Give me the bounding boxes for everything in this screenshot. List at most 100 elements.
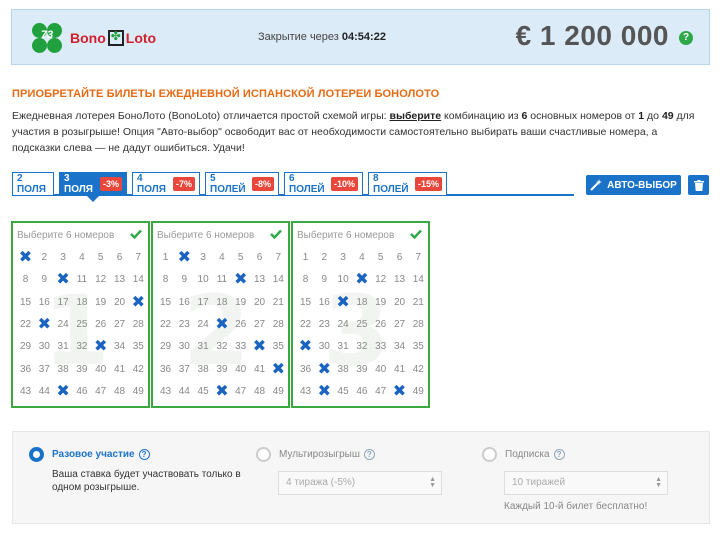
number-cell[interactable]: 12 — [91, 269, 110, 291]
number-cell-selected[interactable]: ✖ — [269, 359, 288, 381]
tab-3-fields[interactable]: 3 ПОЛЯ -3% — [59, 172, 127, 195]
number-cell[interactable]: 35 — [409, 336, 428, 358]
number-cell[interactable]: 8 — [156, 269, 175, 291]
subscription-draws-select[interactable]: 10 тиражей ▲ ▼ — [504, 471, 668, 495]
number-cell[interactable]: 14 — [269, 269, 288, 291]
number-cell[interactable]: 35 — [129, 336, 148, 358]
number-cell[interactable]: 26 — [231, 314, 250, 336]
number-cell-selected[interactable]: ✖ — [91, 336, 110, 358]
number-cell[interactable]: 46 — [72, 381, 91, 403]
choose-link[interactable]: выберите — [390, 110, 442, 122]
number-cell[interactable]: 28 — [269, 314, 288, 336]
number-cell[interactable]: 11 — [72, 269, 91, 291]
number-cell[interactable]: 5 — [371, 247, 390, 269]
tab-2-fields[interactable]: 2 ПОЛЯ — [12, 172, 54, 195]
tab-6-fields[interactable]: 6 ПОЛЕЙ -10% — [284, 172, 363, 195]
number-cell[interactable]: 9 — [175, 269, 194, 291]
number-cell[interactable]: 9 — [35, 269, 54, 291]
number-cell[interactable]: 14 — [129, 269, 148, 291]
number-cell[interactable]: 23 — [315, 314, 334, 336]
number-cell[interactable]: 35 — [269, 336, 288, 358]
number-cell[interactable]: 31 — [194, 336, 213, 358]
number-cell[interactable]: 15 — [296, 292, 315, 314]
number-cell[interactable]: 25 — [352, 314, 371, 336]
number-cell-selected[interactable]: ✖ — [334, 292, 353, 314]
help-icon[interactable]: ? — [138, 449, 150, 460]
number-cell[interactable]: 43 — [296, 381, 315, 403]
number-cell[interactable]: 19 — [231, 292, 250, 314]
number-cell[interactable]: 40 — [231, 359, 250, 381]
number-cell[interactable]: 48 — [250, 381, 269, 403]
number-cell[interactable]: 38 — [194, 359, 213, 381]
number-cell[interactable]: 42 — [409, 359, 428, 381]
number-cell[interactable]: 39 — [72, 359, 91, 381]
number-cell[interactable]: 27 — [390, 314, 409, 336]
number-cell[interactable]: 44 — [175, 381, 194, 403]
number-cell[interactable]: 43 — [156, 381, 175, 403]
number-cell[interactable]: 5 — [91, 247, 110, 269]
number-cell[interactable]: 40 — [371, 359, 390, 381]
number-cell[interactable]: 46 — [352, 381, 371, 403]
number-cell[interactable]: 48 — [110, 381, 129, 403]
number-cell[interactable]: 4 — [212, 247, 231, 269]
auto-pick-button[interactable]: АВТО-ВЫБОР — [586, 175, 681, 195]
number-cell[interactable]: 13 — [250, 269, 269, 291]
number-cell-selected[interactable]: ✖ — [212, 381, 231, 403]
number-cell[interactable]: 10 — [194, 269, 213, 291]
number-cell[interactable]: 29 — [16, 336, 35, 358]
number-cell[interactable]: 25 — [72, 314, 91, 336]
number-cell[interactable]: 18 — [72, 292, 91, 314]
number-cell[interactable]: 4 — [352, 247, 371, 269]
number-cell[interactable]: 29 — [156, 336, 175, 358]
number-cell[interactable]: 2 — [315, 247, 334, 269]
number-cell[interactable]: 49 — [269, 381, 288, 403]
number-cell[interactable]: 34 — [390, 336, 409, 358]
number-cell[interactable]: 45 — [194, 381, 213, 403]
number-cell[interactable]: 28 — [129, 314, 148, 336]
number-cell-selected[interactable]: ✖ — [35, 314, 54, 336]
number-cell[interactable]: 33 — [371, 336, 390, 358]
number-cell[interactable]: 17 — [194, 292, 213, 314]
tab-4-fields[interactable]: 4 ПОЛЯ -7% — [132, 172, 200, 195]
number-cell[interactable]: 3 — [334, 247, 353, 269]
number-cell[interactable]: 3 — [194, 247, 213, 269]
number-cell[interactable]: 39 — [212, 359, 231, 381]
number-cell-selected[interactable]: ✖ — [175, 247, 194, 269]
number-cell-selected[interactable]: ✖ — [296, 336, 315, 358]
number-cell[interactable]: 28 — [409, 314, 428, 336]
number-cell[interactable]: 8 — [16, 269, 35, 291]
single-label[interactable]: Разовое участие? — [52, 449, 150, 460]
number-cell-selected[interactable]: ✖ — [315, 359, 334, 381]
number-cell[interactable]: 41 — [250, 359, 269, 381]
number-cell[interactable]: 12 — [371, 269, 390, 291]
number-cell[interactable]: 37 — [35, 359, 54, 381]
number-cell[interactable]: 21 — [269, 292, 288, 314]
number-cell[interactable]: 38 — [54, 359, 73, 381]
number-cell[interactable]: 1 — [156, 247, 175, 269]
number-cell[interactable]: 14 — [409, 269, 428, 291]
number-cell[interactable]: 45 — [334, 381, 353, 403]
number-cell[interactable]: 20 — [250, 292, 269, 314]
number-cell-selected[interactable]: ✖ — [250, 336, 269, 358]
number-cell[interactable]: 42 — [129, 359, 148, 381]
multi-radio[interactable] — [256, 447, 271, 462]
number-cell-selected[interactable]: ✖ — [212, 314, 231, 336]
number-cell[interactable]: 33 — [231, 336, 250, 358]
number-cell[interactable]: 26 — [91, 314, 110, 336]
number-cell[interactable]: 31 — [334, 336, 353, 358]
number-cell[interactable]: 24 — [334, 314, 353, 336]
number-cell[interactable]: 32 — [352, 336, 371, 358]
number-cell[interactable]: 18 — [352, 292, 371, 314]
number-cell[interactable]: 36 — [16, 359, 35, 381]
number-cell[interactable]: 34 — [110, 336, 129, 358]
number-cell[interactable]: 43 — [16, 381, 35, 403]
number-cell[interactable]: 5 — [231, 247, 250, 269]
number-cell[interactable]: 38 — [334, 359, 353, 381]
number-cell-selected[interactable]: ✖ — [231, 269, 250, 291]
number-cell[interactable]: 8 — [296, 269, 315, 291]
number-cell[interactable]: 44 — [35, 381, 54, 403]
clear-button[interactable] — [688, 175, 709, 195]
number-cell-selected[interactable]: ✖ — [352, 269, 371, 291]
number-cell[interactable]: 39 — [352, 359, 371, 381]
number-cell[interactable]: 32 — [72, 336, 91, 358]
